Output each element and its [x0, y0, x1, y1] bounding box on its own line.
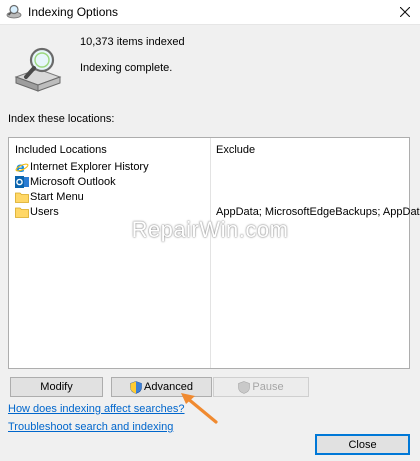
- internet-explorer-icon: e: [15, 160, 29, 176]
- list-item[interactable]: Start Menu: [15, 190, 405, 205]
- window-close-button[interactable]: [390, 0, 420, 24]
- pause-button-label: Pause: [252, 381, 284, 393]
- annotation-arrow-icon: [181, 393, 218, 424]
- close-icon: [400, 7, 410, 17]
- uac-shield-icon: [238, 380, 251, 394]
- column-header-included: Included Locations: [15, 144, 107, 156]
- drive-search-icon: [12, 44, 64, 94]
- location-label: Internet Explorer History: [30, 161, 149, 173]
- close-button-label: Close: [348, 438, 377, 451]
- modify-button[interactable]: Modify: [10, 377, 103, 397]
- troubleshoot-indexing-link[interactable]: Troubleshoot search and indexing: [8, 421, 173, 433]
- locations-list[interactable]: Included Locations Exclude e Internet Ex…: [8, 137, 420, 369]
- outlook-icon: [15, 175, 29, 189]
- repairwin-watermark: RepairWin.com: [131, 217, 289, 242]
- title-bar: Indexing Options: [0, 0, 420, 25]
- pause-button[interactable]: Pause: [213, 377, 309, 397]
- list-item[interactable]: Microsoft Outlook: [15, 175, 405, 190]
- indexing-options-icon: [6, 4, 22, 20]
- location-label: Start Menu: [30, 191, 84, 203]
- how-indexing-affects-searches-link[interactable]: How does indexing affect searches?: [8, 403, 185, 415]
- list-item[interactable]: e Internet Explorer History: [15, 160, 405, 176]
- close-button[interactable]: Close: [315, 434, 410, 455]
- column-header-exclude: Exclude: [216, 144, 256, 156]
- uac-shield-icon: [130, 380, 142, 394]
- indexing-status: Indexing complete.: [80, 62, 173, 74]
- locations-section-label: Index these locations:: [8, 113, 115, 125]
- items-indexed-count: 10,373 items indexed: [80, 36, 185, 48]
- location-label: Microsoft Outlook: [30, 176, 116, 188]
- folder-icon: [15, 190, 29, 204]
- modify-button-label: Modify: [40, 381, 73, 393]
- window-title: Indexing Options: [28, 5, 119, 19]
